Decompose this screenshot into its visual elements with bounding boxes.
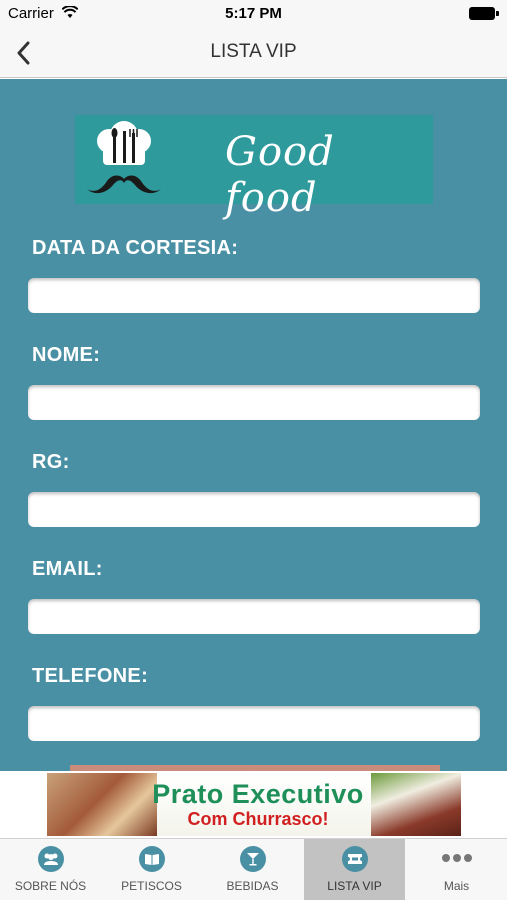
nav-bar: LISTA VIP (0, 28, 507, 78)
group-icon (37, 846, 64, 872)
status-time: 5:17 PM (225, 5, 282, 22)
tab-lista-vip[interactable]: LISTA VIP (304, 839, 405, 900)
email-input[interactable] (28, 599, 480, 634)
ad-banner[interactable]: Prato Executivo Com Churrasco! (47, 773, 461, 836)
tab-bar: SOBRE NÓS PETISCOS BEBIDAS LISTA VIP Mai… (0, 838, 507, 900)
logo-banner: Good food (75, 115, 433, 221)
ad-food-image-right (371, 773, 461, 836)
ad-area: Prato Executivo Com Churrasco! (0, 771, 507, 838)
tab-label: SOBRE NÓS (14, 879, 87, 893)
tab-mais[interactable]: Mais (406, 839, 507, 900)
label-rg: RG: (32, 451, 70, 473)
tab-label: LISTA VIP (327, 879, 382, 893)
tab-bebidas[interactable]: BEBIDAS (202, 839, 303, 900)
logo-text: Good food (225, 129, 335, 221)
tab-label: BEBIDAS (226, 879, 279, 893)
ticket-icon (341, 846, 368, 872)
ad-subtitle: Com Churrasco! (187, 809, 329, 829)
more-dots-icon (441, 853, 472, 863)
label-email: EMAIL: (32, 558, 103, 580)
cocktail-icon (239, 846, 266, 872)
label-nome: NOME: (32, 344, 101, 366)
vip-form-content[interactable]: Good food DATA DA CORTESIA: NOME: RG: EM… (0, 79, 507, 771)
telefone-input[interactable] (28, 706, 480, 741)
chef-mustache-icon (87, 121, 161, 194)
tab-label: Mais (443, 879, 470, 893)
label-data-cortesia: DATA DA CORTESIA: (32, 237, 239, 259)
ad-title: Prato Executivo (152, 779, 364, 809)
battery-icon (469, 7, 499, 20)
data-cortesia-input[interactable] (28, 278, 480, 313)
page-title: LISTA VIP (210, 41, 297, 62)
menu-book-icon (138, 846, 165, 872)
label-telefone: TELEFONE: (32, 665, 149, 687)
tab-sobre-nos[interactable]: SOBRE NÓS (0, 839, 101, 900)
tab-label: PETISCOS (121, 879, 182, 893)
status-bar: Carrier 5:17 PM (0, 0, 507, 28)
nome-input[interactable] (28, 385, 480, 420)
ad-food-image-left (47, 773, 157, 836)
tab-petiscos[interactable]: PETISCOS (101, 839, 202, 900)
rg-input[interactable] (28, 492, 480, 527)
